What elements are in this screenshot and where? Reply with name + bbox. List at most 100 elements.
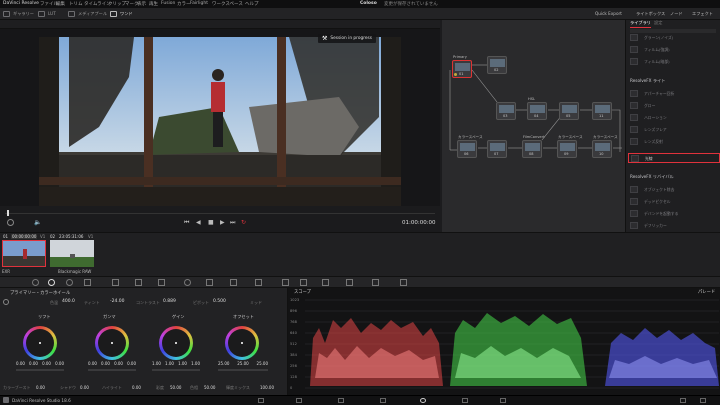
playhead[interactable] — [7, 210, 9, 216]
library-item[interactable]: グラーン(ノイズ) — [630, 34, 716, 41]
lift-wheel[interactable] — [23, 326, 57, 360]
fairlight-page-icon[interactable] — [462, 398, 468, 403]
temp-field[interactable]: 400.0 — [62, 299, 75, 304]
color-wheels-icon[interactable] — [48, 279, 55, 286]
offset-wheel[interactable] — [225, 326, 259, 360]
camera-raw-icon[interactable] — [32, 279, 39, 286]
library-item[interactable]: アパーチャー回折 — [630, 90, 716, 97]
menu-view[interactable]: 表示 — [137, 1, 146, 7]
menu-fairlight[interactable]: Fairlight — [190, 1, 208, 6]
play-icon[interactable]: ▶ — [220, 219, 225, 226]
gain-master-slider[interactable] — [152, 369, 200, 371]
media-page-icon[interactable] — [258, 398, 264, 403]
library-item[interactable]: グロー — [630, 102, 716, 109]
node-02[interactable]: 02 — [487, 56, 507, 74]
library-item[interactable]: フィルム(暗部) — [630, 58, 716, 65]
clip-thumbnail-exr[interactable] — [2, 240, 46, 267]
gain-values[interactable]: 1.00 1.00 1.00 1.00 — [152, 361, 200, 366]
curves-icon[interactable] — [112, 279, 119, 286]
node-09[interactable]: カラースペース 09 — [557, 135, 583, 158]
clips-icon[interactable] — [110, 11, 117, 17]
gamma-master-slider[interactable] — [88, 369, 136, 371]
info-icon[interactable] — [400, 279, 407, 286]
scope-mode-selector[interactable]: パレード — [698, 289, 715, 295]
gallery-icon[interactable] — [3, 11, 10, 17]
clip-thumbnail-braw[interactable] — [50, 240, 94, 267]
3d-icon[interactable] — [322, 279, 329, 286]
menu-help[interactable]: ヘルプ — [245, 1, 259, 7]
menu-clip[interactable]: クリップ — [108, 1, 126, 7]
color-warper-icon[interactable] — [135, 279, 142, 286]
pivot-field[interactable]: 0.500 — [213, 299, 226, 304]
contrast-field[interactable]: 0.889 — [163, 299, 176, 304]
settings-tab[interactable]: 設定 — [654, 20, 662, 26]
effects-button[interactable]: エフェクト — [692, 10, 713, 18]
node-07[interactable]: 07 — [487, 140, 507, 158]
node-01[interactable]: Primary 01 — [452, 55, 472, 78]
speaker-icon[interactable]: 🔈 — [34, 219, 41, 226]
keyframes-icon[interactable] — [346, 279, 353, 286]
library-tab[interactable]: ライブラリ — [630, 20, 651, 28]
node-05[interactable]: 05 — [559, 102, 579, 120]
color-page-icon[interactable] — [420, 398, 426, 403]
sizing-icon[interactable] — [300, 279, 307, 286]
saturation-field[interactable]: 50.00 — [170, 385, 181, 390]
skip-forward-icon[interactable]: ⏭ — [230, 219, 235, 227]
skip-back-icon[interactable]: ⏮ — [184, 219, 189, 227]
offset-values[interactable]: 25.00 25.00 25.00 — [218, 361, 268, 366]
node-10[interactable]: カラースペース 10 — [592, 135, 618, 158]
lum-mix-field[interactable]: 100.00 — [260, 385, 274, 390]
offset-master-slider[interactable] — [218, 369, 268, 371]
library-item[interactable]: デフリッカー — [630, 222, 716, 229]
stop-icon[interactable]: ■ — [208, 219, 214, 226]
shadows-field[interactable]: 0.00 — [80, 385, 89, 390]
library-item[interactable]: デバンドを起動する — [630, 210, 716, 217]
node-08[interactable]: FilmConvert 08 — [522, 135, 545, 158]
library-item[interactable]: デッドピクセル — [630, 198, 716, 205]
window-icon[interactable] — [184, 279, 191, 286]
menu-timeline[interactable]: タイムライン — [84, 1, 111, 7]
viewer-mode-icon[interactable] — [7, 219, 14, 226]
cut-page-icon[interactable] — [296, 398, 302, 403]
lut-tab[interactable]: LUT — [48, 10, 56, 18]
menu-edit[interactable]: 編集 — [56, 1, 65, 7]
search-bar[interactable] — [630, 29, 716, 33]
nodes-button[interactable]: ノード — [670, 10, 683, 18]
loop-icon[interactable]: ↻ — [241, 219, 246, 226]
edit-page-icon[interactable] — [338, 398, 344, 403]
scopes-icon[interactable] — [372, 279, 379, 286]
key-icon[interactable] — [282, 279, 289, 286]
node-06[interactable]: カラースペース 06 — [457, 135, 483, 158]
deliver-page-icon[interactable] — [500, 398, 506, 403]
hdr-icon[interactable] — [66, 279, 73, 286]
library-item[interactable]: ハローション — [630, 114, 716, 121]
rgb-mixer-icon[interactable] — [84, 279, 91, 286]
library-item[interactable]: オブジェクト除去 — [630, 186, 716, 193]
viewer-image[interactable] — [39, 37, 401, 208]
media-pool-icon[interactable] — [68, 11, 75, 17]
gamma-values[interactable]: 0.00 0.00 0.00 0.00 — [88, 361, 136, 366]
color-boost-field[interactable]: 0.00 — [36, 385, 45, 390]
menu-workspace[interactable]: ワークスペース — [212, 1, 243, 7]
menu-trim[interactable]: トリム — [69, 1, 83, 7]
gallery-tab[interactable]: ギャラリー — [13, 10, 34, 18]
menu-playback[interactable]: 再生 — [149, 1, 158, 7]
lift-values[interactable]: 0.00 0.00 0.00 0.00 — [16, 361, 64, 366]
fusion-page-icon[interactable] — [380, 398, 386, 403]
node-11[interactable]: 11 — [592, 102, 612, 120]
lift-master-slider[interactable] — [16, 369, 64, 371]
scrubber-track[interactable] — [5, 213, 435, 214]
library-item[interactable]: レンズフレア — [630, 126, 716, 133]
library-item[interactable]: レンズ反射 — [630, 138, 716, 145]
library-item[interactable]: フィルム(強調) — [630, 46, 716, 53]
node-03[interactable]: 03 — [496, 102, 516, 120]
lut-icon[interactable] — [38, 11, 45, 17]
gamma-wheel[interactable] — [95, 326, 129, 360]
play-reverse-icon[interactable]: ◀ — [196, 219, 201, 226]
menu-fusion[interactable]: Fusion — [161, 1, 175, 6]
qualifier-icon[interactable] — [158, 279, 165, 286]
node-04[interactable]: HSL 04 — [527, 97, 547, 120]
lightbox-button[interactable]: ライトボックス — [636, 10, 665, 18]
media-pool-tab[interactable]: メディアプール — [78, 10, 107, 18]
highlights-field[interactable]: 0.00 — [132, 385, 141, 390]
